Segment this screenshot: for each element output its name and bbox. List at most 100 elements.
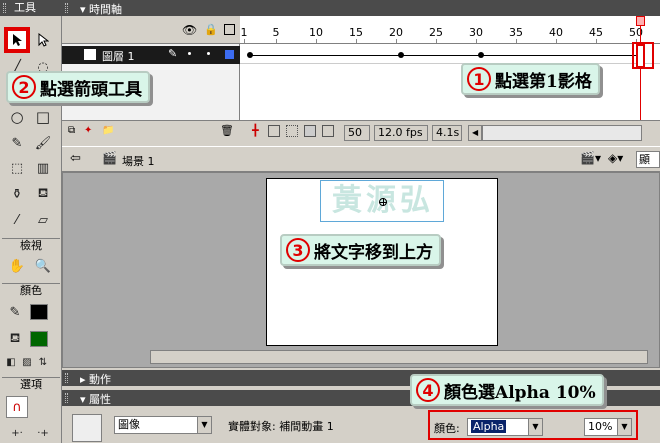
callout-number: 1 (467, 67, 491, 91)
timeline-hscroll[interactable] (482, 125, 642, 141)
straighten-icon: ·+ (37, 427, 49, 439)
straighten-button[interactable]: ·+ (32, 424, 54, 442)
brush-tool-button[interactable]: 🖌 (32, 132, 54, 154)
zoom-select[interactable]: 顯示 (636, 151, 660, 168)
pencil-icon: ✎ (11, 135, 23, 151)
ruler-tick (244, 39, 245, 43)
onion-skin-icon[interactable] (268, 125, 280, 137)
smooth-button[interactable]: +· (6, 424, 28, 442)
lock-dot-icon[interactable] (207, 52, 210, 55)
ruler-label: 15 (349, 26, 363, 39)
toolbox-title: 工具 (0, 0, 62, 16)
free-transform-icon: ⬚ (10, 160, 24, 176)
outline-icon[interactable] (224, 24, 235, 35)
panel-grip-icon[interactable] (65, 3, 68, 13)
ruler-tick (476, 39, 477, 43)
ruler-label: 5 (272, 26, 280, 39)
text-symbol-instance[interactable]: 黃源弘 (320, 180, 444, 222)
panel-grip-icon[interactable] (65, 373, 68, 383)
frame-ruler[interactable]: 1 5 10 15 20 25 30 35 40 45 50 (240, 16, 660, 44)
actions-panel-title: ▸ 動作 (80, 373, 112, 386)
pencil-tool-button[interactable]: ✎ (6, 132, 28, 154)
layer-name: 圖層 1 (102, 50, 135, 63)
ruler-tick (276, 39, 277, 43)
keyframe-mid-1[interactable] (398, 52, 404, 58)
swap-colors-icon[interactable]: ⇅ (36, 355, 50, 369)
fill-bucket-icon: ⛾ (9, 330, 21, 346)
free-transform-tool-button[interactable]: ⬚ (6, 157, 28, 179)
ruler-tick (396, 39, 397, 43)
callout-number: 2 (12, 75, 36, 99)
timeline-title-bar[interactable]: ▾ 時間軸 (62, 0, 660, 16)
smooth-icon: +· (11, 427, 23, 439)
eyedropper-tool-button[interactable]: ⁄ (6, 209, 28, 231)
toolbox-panel: 工具 ╱ ◌ ○ □ ✎ 🖌 ⬚ ▥ ⚱ ⛾ ⁄ ▱ 檢視 ✋ 🔍 顏色 ✎ ⛾… (0, 0, 62, 443)
ruler-label: 10 (309, 26, 323, 39)
fill-color-swatch[interactable] (30, 331, 48, 347)
eye-icon[interactable]: 👁 (182, 23, 197, 37)
lock-icon[interactable]: 🔒 (204, 23, 218, 36)
no-color-icon[interactable]: ▨ (20, 355, 34, 369)
playhead-handle[interactable] (636, 16, 645, 26)
panel-grip-icon[interactable] (65, 393, 68, 403)
edit-multiple-icon[interactable] (304, 125, 316, 137)
add-guide-layer-icon[interactable]: ✦ (84, 125, 92, 136)
visibility-dot-icon[interactable] (188, 52, 191, 55)
annotation-frame-box (632, 42, 654, 69)
hand-tool-button[interactable]: ✋ (6, 255, 28, 277)
onion-markers-icon[interactable] (322, 125, 334, 137)
symbol-behavior-select[interactable]: 圖像 ▼ (114, 416, 212, 434)
rectangle-tool-button[interactable]: □ (32, 106, 54, 128)
stage-hscroll[interactable] (150, 350, 648, 364)
layer-header: 👁 🔒 (62, 16, 240, 44)
layer-row[interactable]: 圖層 1 ✎ (62, 46, 240, 64)
zoom-tool-button[interactable]: 🔍 (32, 255, 54, 277)
panel-grip-icon[interactable] (3, 3, 6, 13)
registration-point-icon (379, 198, 387, 206)
onion-outline-icon[interactable] (286, 125, 298, 137)
callout-step-3: 3 將文字移到上方 (280, 234, 441, 266)
callout-text: 將文字移到上方 (314, 242, 433, 263)
callout-number: 4 (416, 378, 440, 402)
edit-symbol-icon[interactable]: ◈▾ (608, 151, 623, 165)
frame-row[interactable] (240, 46, 660, 64)
instance-of-label: 實體對象: 補間動畫 1 (228, 420, 334, 433)
paint-bucket-tool-button[interactable]: ⛾ (32, 183, 54, 205)
outline-color-icon[interactable] (225, 50, 234, 59)
ruler-label: 35 (509, 26, 523, 39)
ink-bottle-tool-button[interactable]: ⚱ (6, 183, 28, 205)
insert-layer-icon[interactable]: ⧉ (68, 125, 75, 136)
hand-icon: ✋ (8, 258, 26, 274)
chevron-down-icon: ▼ (197, 417, 211, 433)
pencil-edit-icon: ✎ (168, 47, 178, 60)
annotation-color-box (428, 410, 638, 440)
keyframe-mid-2[interactable] (478, 52, 484, 58)
options-section-label: 選項 (2, 377, 60, 391)
ruler-label: 20 (389, 26, 403, 39)
subselect-tool-button[interactable] (32, 29, 54, 51)
oval-tool-button[interactable]: ○ (6, 106, 28, 128)
fill-transform-icon: ▥ (36, 160, 50, 176)
insert-folder-icon[interactable]: 📁 (102, 125, 114, 136)
delete-layer-icon[interactable]: 🗑 (220, 124, 234, 137)
callout-step-4: 4 顏色選Alpha 10% (410, 374, 604, 406)
fill-transform-tool-button[interactable]: ▥ (32, 157, 54, 179)
stroke-pencil-icon: ✎ (9, 304, 21, 320)
callout-number: 3 (286, 238, 310, 262)
elapsed-time: 4.1s (432, 125, 462, 141)
view-section-label: 檢視 (2, 238, 60, 252)
scene-clapper-icon: 🎬 (102, 151, 117, 165)
back-arrow-icon[interactable]: ⇦ (70, 151, 81, 166)
center-frame-icon[interactable]: ╋ (252, 124, 259, 137)
snap-magnet-button[interactable]: ∩ (6, 396, 28, 418)
eraser-tool-button[interactable]: ▱ (32, 209, 54, 231)
paint-bucket-icon: ⛾ (37, 185, 49, 201)
edit-scene-icon[interactable]: 🎬▾ (580, 151, 601, 165)
scroll-left-arrow-icon[interactable]: ◀ (468, 125, 482, 141)
default-colors-icon[interactable]: ◧ (4, 355, 18, 369)
ruler-tick (556, 39, 557, 43)
ruler-label: 25 (429, 26, 443, 39)
stroke-color-swatch[interactable] (30, 304, 48, 320)
magnet-icon: ∩ (12, 399, 22, 415)
keyframe-start[interactable] (247, 52, 253, 58)
